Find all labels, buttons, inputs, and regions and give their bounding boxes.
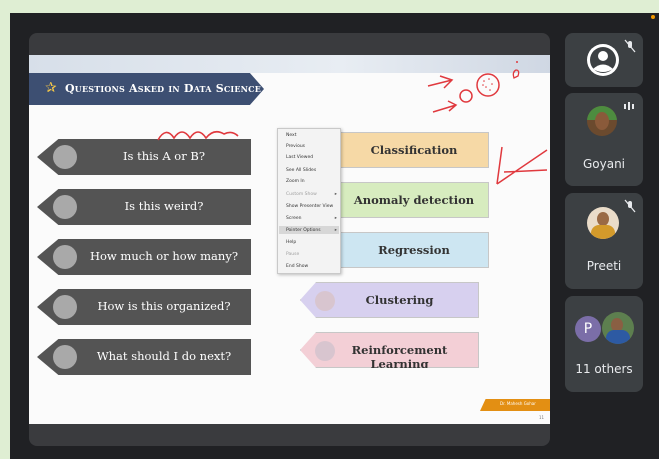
avatar bbox=[602, 312, 634, 344]
menu-item-previous[interactable]: Previous bbox=[286, 144, 305, 149]
menu-item-end-show[interactable]: End Show bbox=[286, 264, 308, 269]
menu-item-presenter-view[interactable]: Show Presenter View bbox=[286, 204, 333, 209]
avatar bbox=[587, 106, 617, 136]
submenu-arrow-icon: ▸ bbox=[334, 228, 337, 233]
answer-box: Classification bbox=[339, 132, 489, 168]
mic-off-icon bbox=[624, 199, 636, 213]
pin-icon: ✰ bbox=[45, 80, 57, 96]
answer-box: Reinforcement Learning bbox=[300, 332, 479, 368]
slide-header-band bbox=[29, 55, 550, 73]
slide-title: Questions Asked in Data Science bbox=[65, 82, 262, 95]
participant-tile[interactable] bbox=[565, 33, 643, 87]
question-item: Is this A or B? bbox=[37, 139, 251, 175]
menu-item-pause[interactable]: Pause bbox=[286, 252, 299, 257]
question-item: What should I do next? bbox=[37, 339, 251, 375]
menu-item-zoom-in[interactable]: Zoom In bbox=[286, 179, 305, 184]
answer-text: Anomaly detection bbox=[353, 193, 475, 207]
menu-item-next[interactable]: Next bbox=[286, 133, 296, 138]
menu-item-see-all-slides[interactable]: See All Slides bbox=[286, 168, 316, 173]
slideshow-context-menu: Next Previous Last Viewed See All Slides… bbox=[277, 128, 341, 274]
question-text: Is this A or B? bbox=[122, 149, 206, 163]
bullet-circle bbox=[53, 195, 77, 219]
participant-tile-others[interactable]: P 11 others bbox=[565, 296, 643, 392]
question-item: How is this organized? bbox=[37, 289, 251, 325]
slide-number: 11 bbox=[539, 415, 545, 420]
mic-off-icon bbox=[624, 39, 636, 53]
footer-author: Dr. Mahesh Gohar bbox=[500, 401, 536, 406]
menu-item-pointer-options[interactable]: Pointer Options bbox=[286, 228, 321, 233]
avatar-initial: P bbox=[575, 316, 601, 342]
answer-text: Classification bbox=[370, 143, 458, 157]
speaking-icon bbox=[624, 102, 634, 110]
menu-item-custom-show[interactable]: Custom Show bbox=[286, 192, 317, 197]
recording-dot bbox=[651, 15, 655, 19]
menu-item-last-viewed[interactable]: Last Viewed bbox=[286, 155, 313, 160]
menu-item-help[interactable]: Help bbox=[286, 240, 296, 245]
answer-box: Clustering bbox=[300, 282, 479, 318]
question-item: How much or how many? bbox=[37, 239, 251, 275]
bullet-circle bbox=[53, 295, 77, 319]
answer-box: Regression bbox=[339, 232, 489, 268]
question-text: How is this organized? bbox=[97, 299, 231, 313]
avatar bbox=[587, 207, 619, 239]
submenu-arrow-icon: ▸ bbox=[334, 192, 337, 197]
menu-item-screen[interactable]: Screen bbox=[286, 216, 301, 221]
question-text: Is this weird? bbox=[124, 199, 204, 213]
bullet-circle bbox=[53, 145, 77, 169]
participant-tile[interactable]: Preeti bbox=[565, 193, 643, 289]
participant-name: Preeti bbox=[586, 259, 622, 273]
question-text: How much or how many? bbox=[89, 249, 238, 263]
question-item: Is this weird? bbox=[37, 189, 251, 225]
answer-box: Anomaly detection bbox=[339, 182, 489, 218]
participant-count: 11 others bbox=[575, 362, 633, 376]
submenu-arrow-icon: ▸ bbox=[334, 216, 337, 221]
account-circle-icon bbox=[587, 44, 619, 76]
participant-name: Goyani bbox=[582, 157, 626, 171]
answer-text: Regression bbox=[378, 243, 450, 257]
bullet-circle bbox=[53, 245, 77, 269]
answer-text: Clustering bbox=[365, 293, 434, 307]
participant-tile[interactable]: Goyani bbox=[565, 93, 643, 186]
bullet-circle bbox=[53, 345, 77, 369]
question-text: What should I do next? bbox=[96, 349, 232, 363]
answer-text: Reinforcement Learning bbox=[351, 343, 448, 371]
